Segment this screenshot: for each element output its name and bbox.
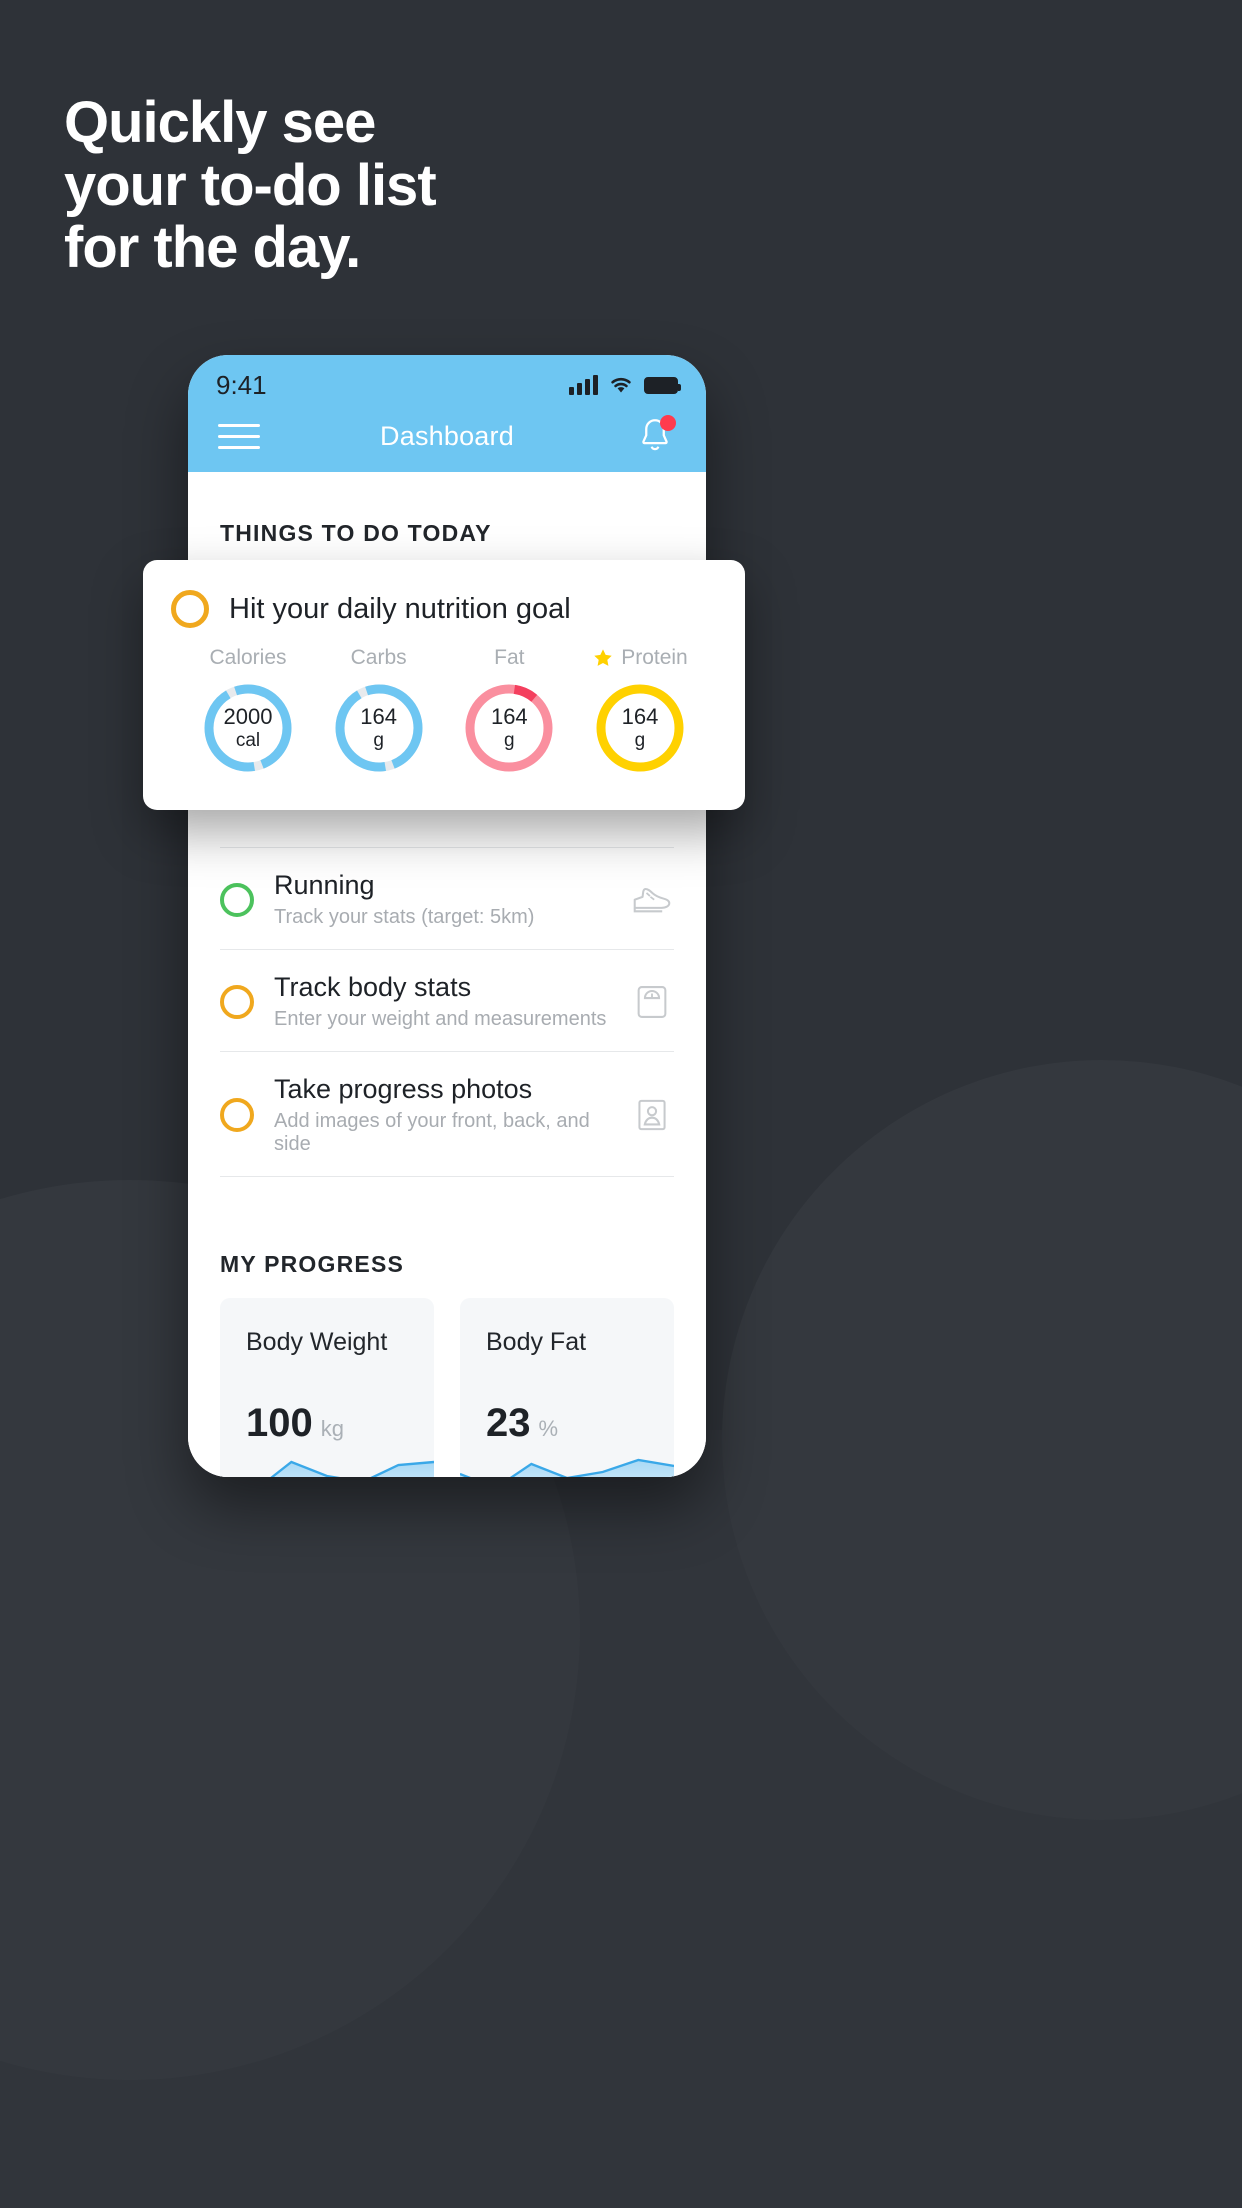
notification-bell-button[interactable] [634, 415, 676, 457]
todo-text: Track body stats Enter your weight and m… [274, 972, 610, 1031]
marketing-headline: Quickly see your to-do list for the day. [64, 90, 764, 281]
macro-value-group: 2000 cal [200, 680, 296, 776]
star-icon [594, 649, 612, 666]
progress-card-value: 100 kg [246, 1401, 344, 1446]
macro-label: Fat [494, 646, 525, 669]
macro-ring-carbs: 164 g [331, 680, 427, 776]
macro-unit: cal [235, 729, 261, 751]
todo-text: Running Track your stats (target: 5km) [274, 870, 610, 929]
status-time: 9:41 [216, 369, 267, 400]
macro-value: 2000 [223, 704, 273, 730]
progress-card-number: 23 [486, 1401, 531, 1445]
app-bar: 9:41 Dashboard [188, 355, 706, 472]
todo-text: Take progress photos Add images of your … [274, 1074, 610, 1156]
page-title: Dashboard [380, 420, 514, 451]
macro-label: Carbs [350, 646, 407, 669]
macro-unit: g [504, 729, 515, 751]
progress-card-label: Body Fat [486, 1328, 587, 1356]
macro-ring-group: Calories 2000 cal Carbs 164 g Fat 164 g … [171, 628, 717, 776]
macro-value: 164 [360, 704, 398, 730]
circle-checkbox-icon[interactable] [171, 590, 209, 628]
notification-badge [659, 415, 676, 431]
list-item[interactable]: Running Track your stats (target: 5km) [220, 847, 674, 949]
nav-bar: Dashboard [188, 401, 706, 471]
circle-checkbox-icon[interactable] [220, 882, 254, 917]
list-item[interactable]: Take progress photos Add images of your … [220, 1051, 674, 1177]
sparkline-chart-body-fat [460, 1458, 674, 1477]
macro-value: 164 [490, 704, 528, 730]
macro-fat[interactable]: Fat 164 g [450, 646, 568, 776]
todo-subtitle: Track your stats (target: 5km) [274, 906, 535, 928]
macro-label: Calories [209, 646, 287, 669]
macro-label: Protein [621, 646, 688, 669]
macro-unit: g [634, 729, 646, 751]
cellular-signal-icon [569, 375, 598, 395]
wifi-icon [611, 377, 631, 393]
sparkline-chart-body-weight [220, 1460, 434, 1477]
status-icons [569, 375, 681, 395]
headline-line-1: Quickly see [64, 90, 376, 155]
macro-calories[interactable]: Calories 2000 cal [189, 646, 307, 776]
macro-value-group: 164 g [592, 680, 688, 776]
todo-subtitle: Enter your weight and measurements [274, 1008, 607, 1030]
todo-list: Running Track your stats (target: 5km) T… [188, 847, 706, 1177]
circle-checkbox-icon[interactable] [220, 984, 254, 1019]
macro-protein[interactable]: Protein 164 g [581, 646, 699, 776]
progress-card-value: 23% [486, 1401, 558, 1446]
progress-card-unit: kg [320, 1416, 344, 1441]
headline-line-2: your to-do list [64, 152, 437, 218]
nutrition-goal-card[interactable]: Hit your daily nutrition goal Calories 2… [143, 560, 745, 810]
nutrition-card-title: Hit your daily nutrition goal [229, 592, 571, 625]
battery-icon [644, 376, 681, 394]
person-photo-icon [638, 1099, 666, 1131]
todo-title: Take progress photos [274, 1074, 533, 1104]
circle-checkbox-icon[interactable] [220, 1098, 254, 1132]
todo-title: Running [274, 870, 375, 900]
progress-cards: Body Weight 100 kg Body Fat 23 % [188, 1278, 706, 1477]
progress-card-number: 100 [246, 1401, 313, 1445]
progress-card-label: Body Weight [246, 1328, 388, 1356]
phone-mockup: 9:41 Dashboard THINGS TO DO TODAY Runnin… [188, 355, 706, 1477]
todo-section-title: THINGS TO DO TODAY [220, 520, 492, 546]
macro-label-protein: Protein [581, 646, 699, 670]
hamburger-menu-icon[interactable] [218, 423, 260, 449]
progress-section-title: MY PROGRESS [220, 1251, 405, 1277]
weight-scale-icon [637, 985, 667, 1018]
progress-card-unit: % [538, 1416, 559, 1441]
macro-ring-fat: 164 g [461, 680, 557, 776]
headline-line-3: for the day. [64, 215, 361, 281]
macro-value-group: 164 g [331, 680, 427, 776]
macro-carbs[interactable]: Carbs 164 g [320, 646, 438, 776]
progress-card-body-fat[interactable]: Body Fat 23% [460, 1298, 674, 1477]
macro-unit: g [373, 729, 384, 751]
macro-value-group: 164 g [461, 680, 557, 776]
list-item[interactable]: Track body stats Enter your weight and m… [220, 949, 674, 1051]
macro-value: 164 [621, 704, 659, 730]
macro-ring-calories: 2000 cal [200, 680, 296, 776]
nutrition-card-header: Hit your daily nutrition goal [171, 590, 717, 628]
status-bar: 9:41 [188, 355, 706, 401]
progress-card-body-weight[interactable]: Body Weight 100 kg [220, 1298, 434, 1477]
todo-title: Track body stats [274, 972, 472, 1002]
macro-ring-protein: 164 g [592, 680, 688, 776]
running-shoe-icon [633, 887, 671, 912]
todo-subtitle: Add images of your front, back, and side [274, 1110, 590, 1155]
